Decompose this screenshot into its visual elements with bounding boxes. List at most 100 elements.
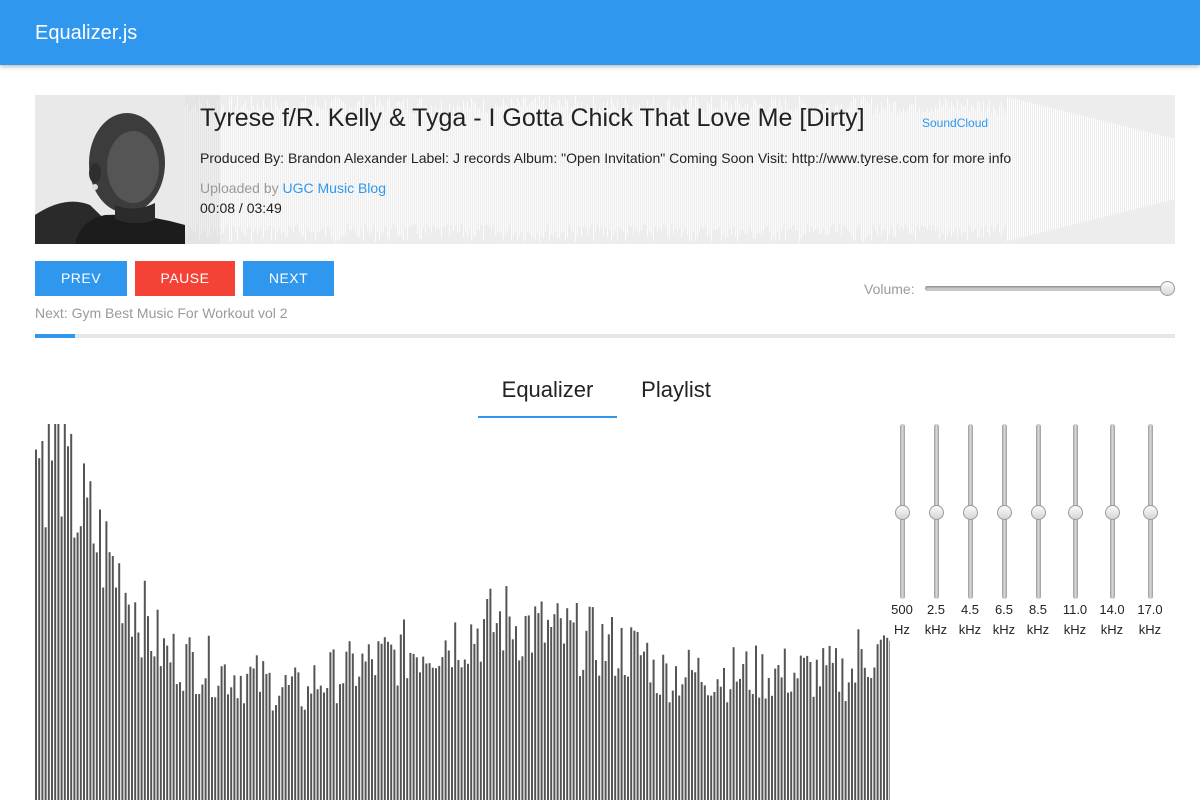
waveform-sample [1049, 107, 1050, 231]
spectrum-bar [508, 616, 511, 800]
eq-slider-knob[interactable] [1031, 505, 1046, 520]
spectrum-bar [550, 627, 553, 800]
spectrum-bar [524, 616, 527, 800]
spectrum-bar [703, 685, 706, 800]
spectrum-bar [92, 543, 95, 800]
spectrum-bar [275, 705, 277, 800]
eq-band-frequency: 14.0 [1099, 602, 1125, 617]
spectrum-bar [841, 658, 844, 800]
waveform-sample [881, 102, 882, 236]
spectrum-bar [204, 678, 207, 800]
spectrum-bar [630, 627, 633, 800]
eq-slider-17-0-khz[interactable] [1130, 424, 1170, 599]
waveform-sample [1133, 128, 1134, 210]
eq-slider-14-0-khz[interactable] [1092, 424, 1132, 599]
spectrum-bar [214, 697, 217, 800]
spectrum-bar [745, 651, 748, 800]
waveform-sample [1001, 100, 1002, 238]
spectrum-bar [316, 689, 319, 800]
spectrum-bar [777, 665, 780, 800]
spectrum-bar [441, 657, 444, 800]
spectrum-bar [476, 628, 479, 800]
spectrum-bar [131, 636, 133, 800]
spectrum-bar [86, 497, 89, 800]
spectrum-bar [227, 694, 229, 800]
eq-slider-knob[interactable] [895, 505, 910, 520]
waveform-sample [1155, 134, 1156, 204]
spectrum-bar [57, 424, 60, 800]
spectrum-bar [342, 683, 345, 800]
eq-slider-knob[interactable] [1105, 505, 1120, 520]
waveform-sample [1007, 97, 1008, 241]
spectrum-bar [211, 697, 213, 800]
spectrum-bar [646, 642, 649, 800]
waveform-sample [1039, 105, 1040, 233]
spectrum-bar [169, 662, 172, 800]
waveform-sample [1089, 117, 1090, 221]
eq-slider-knob[interactable] [1143, 505, 1158, 520]
eq-slider-8-5-khz[interactable] [1018, 424, 1058, 599]
uploader-link[interactable]: UGC Music Blog [283, 180, 386, 196]
waveform-sample [1041, 105, 1042, 233]
uploaded-by: Uploaded by UGC Music Blog [200, 180, 386, 196]
spectrum-bar [665, 663, 668, 800]
eq-slider-knob[interactable] [997, 505, 1012, 520]
waveform-sample [1113, 123, 1114, 215]
spectrum-bar [790, 691, 793, 800]
tab-equalizer[interactable]: Equalizer [478, 377, 617, 403]
waveform-sample [991, 112, 992, 226]
spectrum-bar [460, 667, 463, 800]
spectrum-bar [44, 527, 47, 800]
spectrum-bar [345, 651, 348, 800]
spectrum-bar [182, 690, 185, 800]
next-button[interactable]: NEXT [243, 261, 334, 296]
spectrum-bar [531, 652, 533, 800]
waveform-sample [1023, 101, 1024, 237]
eq-slider-knob[interactable] [963, 505, 978, 520]
spectrum-bar [159, 666, 162, 800]
waveform-sample [1149, 132, 1150, 206]
waveform-sample [1119, 125, 1120, 213]
spectrum-bar [828, 645, 831, 800]
spectrum-bar [67, 446, 69, 800]
tab-playlist[interactable]: Playlist [626, 377, 726, 403]
spectrum-bar [793, 672, 796, 800]
waveform-sample [1027, 102, 1028, 236]
spectrum-bar [681, 684, 684, 800]
spectrum-bar [879, 639, 882, 800]
spectrum-bar [387, 641, 389, 800]
spectrum-bar [89, 481, 92, 800]
spectrum-bar [502, 650, 505, 800]
spectrum-bar [483, 619, 485, 800]
waveform-sample [1141, 130, 1142, 208]
eq-band-label: 11.0 kHz [1055, 600, 1095, 640]
spectrum-bar [886, 637, 889, 800]
progress-bar[interactable] [35, 334, 1175, 338]
volume-slider[interactable] [925, 286, 1170, 291]
spectrum-bar [198, 694, 201, 800]
pause-button[interactable]: PAUSE [135, 261, 235, 296]
spectrum-bar [515, 626, 517, 800]
soundcloud-link[interactable]: SoundCloud [922, 116, 988, 130]
spectrum-bar [115, 587, 117, 800]
spectrum-bar [332, 649, 335, 800]
eq-slider-11-0-khz[interactable] [1055, 424, 1095, 599]
spectrum-bar [806, 655, 809, 800]
prev-button[interactable]: PREV [35, 261, 127, 296]
waveform-sample [1101, 120, 1102, 218]
eq-slider-knob[interactable] [929, 505, 944, 520]
spectrum-bar [831, 662, 834, 800]
spectrum-bar [422, 656, 425, 800]
eq-slider-knob[interactable] [1068, 505, 1083, 520]
spectrum-bar [796, 678, 799, 800]
progress-bar-fill [35, 334, 75, 338]
waveform-sample [895, 101, 896, 237]
spectrum-bar [108, 552, 111, 800]
spectrum-bar [409, 652, 412, 800]
spectrum-bar [265, 673, 268, 800]
volume-slider-thumb[interactable] [1160, 281, 1175, 296]
waveform-sample [899, 109, 900, 229]
spectrum-bar [819, 686, 821, 800]
waveform-sample [1029, 102, 1030, 236]
spectrum-bar [601, 624, 604, 800]
